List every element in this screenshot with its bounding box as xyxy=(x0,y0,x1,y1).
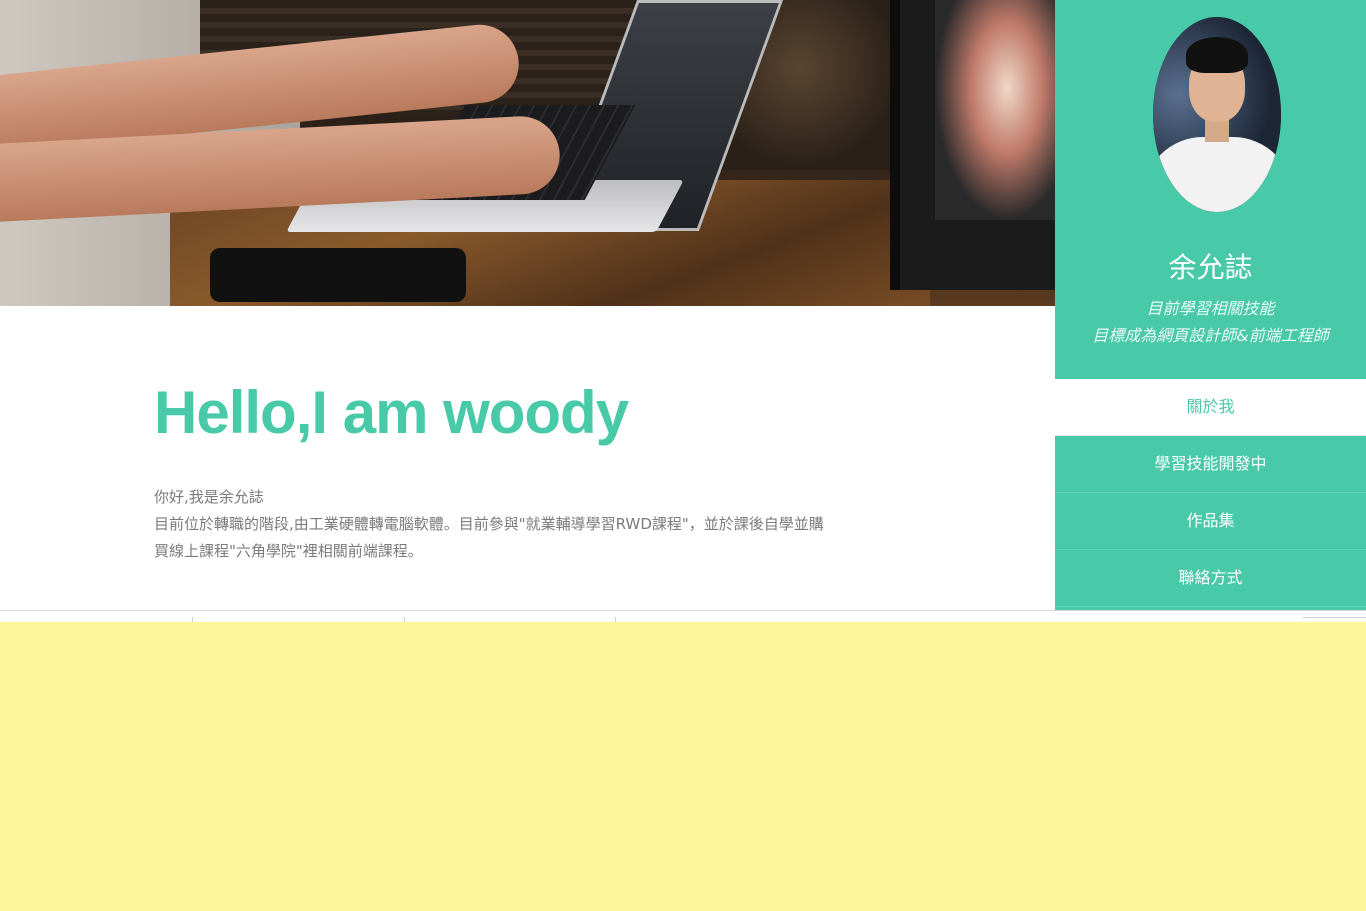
intro-line: 買線上課程"六角學院"裡相關前端課程。 xyxy=(154,542,423,560)
profile-description: 目前學習相關技能 目標成為網頁設計師&前端工程師 xyxy=(1055,295,1366,349)
profile-name: 余允誌 xyxy=(1168,251,1253,284)
nav-item-portfolio[interactable]: 作品集 xyxy=(1055,493,1366,550)
intro-text: 你好,我是余允誌 目前位於轉職的階段,由工業硬體轉電腦軟體。目前參與"就業輔導學… xyxy=(154,484,889,565)
sidebar: 余允誌 目前學習相關技能 目標成為網頁設計師&前端工程師 關於我 學習技能開發中… xyxy=(1055,0,1366,611)
nav-item-skills[interactable]: 學習技能開發中 xyxy=(1055,436,1366,493)
intro-line: 你好,我是余允誌 xyxy=(154,488,264,506)
nav-item-about[interactable]: 關於我 xyxy=(1055,379,1366,436)
bottom-section xyxy=(0,622,1366,911)
hero-image xyxy=(0,0,1055,306)
profile-desc-line: 目前學習相關技能 xyxy=(1146,299,1275,318)
intro-line: 目前位於轉職的階段,由工業硬體轉電腦軟體。目前參與"就業輔導學習RWD課程"，並… xyxy=(154,515,824,533)
profile-desc-line: 目標成為網頁設計師&前端工程師 xyxy=(1092,326,1329,345)
profile-card: 余允誌 目前學習相關技能 目標成為網頁設計師&前端工程師 xyxy=(1055,0,1366,379)
hero-poster xyxy=(935,0,1055,220)
divider-line xyxy=(1303,617,1366,618)
section-divider xyxy=(0,610,1366,611)
hero-phone xyxy=(210,248,466,302)
sidebar-nav: 關於我 學習技能開發中 作品集 聯絡方式 xyxy=(1055,379,1366,607)
page-title: Hello,I am woody xyxy=(154,379,629,446)
nav-item-contact[interactable]: 聯絡方式 xyxy=(1055,550,1366,607)
avatar xyxy=(1153,17,1281,212)
